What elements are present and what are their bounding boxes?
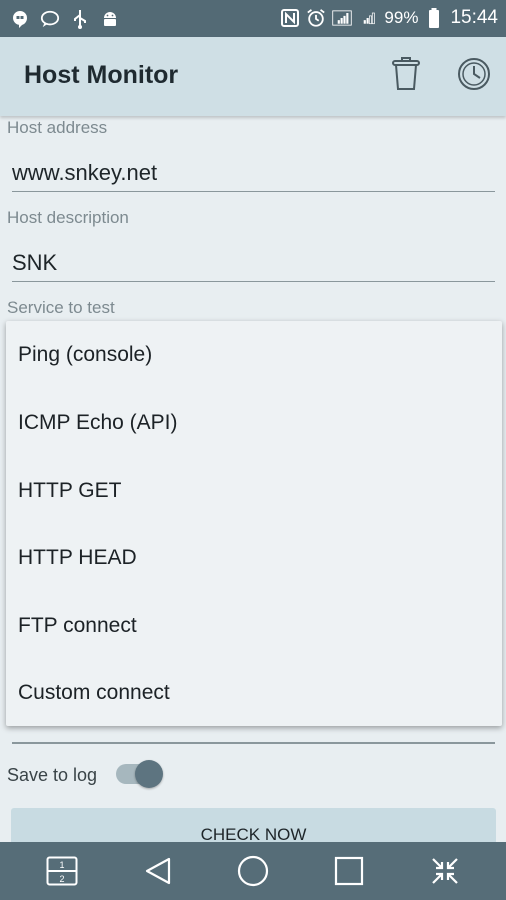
- history-icon: [456, 56, 492, 97]
- save-to-log-label: Save to log: [7, 765, 98, 785]
- usb-icon: [70, 9, 90, 29]
- collapse-icon[interactable]: [428, 854, 462, 888]
- host-description-label: Host description: [7, 208, 129, 227]
- service-select-underline: [12, 742, 495, 744]
- battery-percent: 99%: [384, 8, 419, 27]
- svg-text:2: 2: [59, 874, 64, 884]
- dropdown-option-ping-console[interactable]: Ping (console): [18, 343, 152, 367]
- dropdown-option-http-get[interactable]: HTTP GET: [18, 479, 121, 503]
- recents-icon[interactable]: [332, 854, 366, 888]
- service-dropdown: Ping (console) ICMP Echo (API) HTTP GET …: [6, 321, 502, 726]
- app-bar: Host Monitor: [0, 37, 506, 116]
- host-description-input[interactable]: SNK: [12, 246, 495, 282]
- clock: 15:44: [450, 7, 498, 28]
- hangouts-icon: [10, 9, 30, 29]
- status-bar-right: 99% 15:44: [280, 6, 498, 30]
- status-bar-left: [10, 8, 120, 30]
- service-label: Service to test: [7, 298, 115, 317]
- battery-icon: [424, 8, 444, 28]
- delete-button[interactable]: [387, 55, 425, 97]
- host-address-input[interactable]: www.snkey.net: [12, 156, 495, 192]
- nfc-icon: [280, 8, 300, 28]
- signal-1-icon: [332, 8, 353, 28]
- status-bar: 99% 15:44: [0, 0, 506, 37]
- navigation-bar: 12: [0, 842, 506, 900]
- android-icon: [100, 9, 120, 29]
- back-icon[interactable]: [141, 854, 175, 888]
- dual-window-icon[interactable]: 12: [45, 854, 79, 888]
- dropdown-option-custom-connect[interactable]: Custom connect: [18, 681, 170, 705]
- dropdown-option-http-head[interactable]: HTTP HEAD: [18, 546, 137, 570]
- alarm-icon: [306, 8, 326, 28]
- host-address-label: Host address: [7, 118, 108, 137]
- save-to-log-toggle-thumb[interactable]: [135, 760, 163, 788]
- chat-bubble-icon: [40, 9, 60, 29]
- dropdown-option-icmp-echo[interactable]: ICMP Echo (API): [18, 411, 178, 435]
- dropdown-option-ftp-connect[interactable]: FTP connect: [18, 614, 137, 638]
- history-button[interactable]: [454, 55, 494, 97]
- svg-text:1: 1: [59, 860, 64, 870]
- signal-2-icon: [358, 8, 378, 28]
- trash-icon: [391, 56, 421, 97]
- app-title: Host Monitor: [24, 61, 179, 89]
- home-icon[interactable]: [236, 854, 270, 888]
